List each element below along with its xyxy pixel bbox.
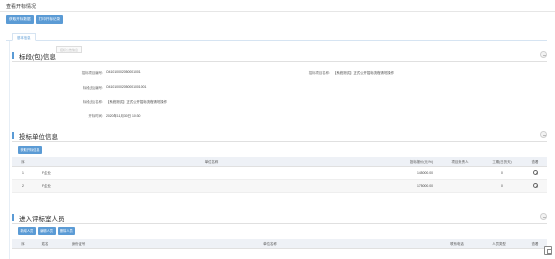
project-manager [439, 179, 481, 193]
add-person-button[interactable]: 新增人员 [18, 227, 36, 235]
table-row: 2 F企业 175000.00 0 [12, 179, 547, 193]
print-open-record-button[interactable]: 打印开标记录 [35, 15, 64, 24]
project-no-value: O41010002050001001 [106, 70, 141, 74]
open-time-label: 开标时间: [88, 114, 103, 118]
bid-name-label: 标段(包)名称: [82, 100, 103, 104]
row-index: 2 [12, 179, 34, 193]
bid-no-label: 标段(包)编号: [82, 86, 103, 90]
column-header: 单位名称 [101, 239, 439, 249]
minus-circle-icon[interactable] [540, 51, 547, 58]
evaluator-toolbar: 新增人员 编辑人员 删除人员 [18, 227, 76, 235]
project-no-label: 招标项目编号: [81, 71, 103, 75]
side-divider [9, 41, 10, 259]
tab-basic-info[interactable]: 基本信息 [12, 33, 36, 41]
tab-strip: 基本信息 [6, 30, 547, 41]
project-manager [439, 166, 481, 180]
table-header-row: 序 单位名称 投标报价(元/%) 项目负责人 工期(日历天) 查看 [12, 157, 547, 167]
construction-period: 0 [481, 179, 523, 193]
column-header: 人员类型 [475, 239, 523, 249]
column-header: 项目负责人 [439, 157, 481, 167]
section-evaluator-header: 进入评标室人员 [12, 212, 547, 224]
section-evaluator-title: 进入评标室人员 [19, 216, 65, 223]
column-header: 序 [12, 157, 34, 167]
section-bid-info-title: 标段(包)信息 [19, 54, 56, 61]
bid-price: 175000.00 [389, 179, 439, 193]
search-icon[interactable] [532, 182, 538, 188]
minus-circle-icon[interactable] [540, 131, 547, 138]
fetch-open-data-button[interactable]: 获取开标数据 [6, 15, 34, 24]
row-index: 1 [12, 166, 34, 180]
window-title-bar: 查看开标情况 [0, 0, 555, 12]
section-bidder-info-header: 投标单位信息 [12, 130, 547, 142]
section-bid-info-header: 标段(包)信息 [12, 50, 547, 62]
section-accent-bar [12, 214, 14, 221]
table-row: 1 F企业 145000.00 0 [12, 166, 547, 180]
fetch-open-info-button[interactable]: 获取开标信息 [18, 146, 43, 154]
column-header: 投标报价(元/%) [389, 157, 439, 167]
bid-price: 145000.00 [389, 166, 439, 180]
open-time-value: 2020年11月30日 10:30 [106, 114, 141, 118]
bidder-toolbar: 获取开标信息 [18, 146, 43, 154]
section-accent-bar [12, 52, 14, 59]
column-header: 姓名 [34, 239, 56, 249]
column-header: 身份证号 [56, 239, 101, 249]
bidder-table: 序 单位名称 投标报价(元/%) 项目负责人 工期(日历天) 查看 1 F企业 … [12, 157, 547, 193]
column-header: 工期(日历天) [481, 157, 523, 167]
search-icon[interactable] [532, 169, 538, 175]
bidder-name: F企业 [34, 179, 389, 193]
top-toolbar: 获取开标数据 打印开标记录 [6, 15, 64, 25]
delete-person-button[interactable]: 删除人员 [57, 227, 76, 235]
project-name-value: 【系统测试】正式公开招标流程请勿操作 [333, 71, 395, 75]
bid-no-value: O41010002050001001001 [106, 85, 147, 89]
column-header: 查看 [523, 157, 547, 167]
evaluator-table: 序 姓名 身份证号 单位名称 联系电话 人员类型 查看 [12, 239, 547, 249]
project-name-label: 招标项目名称: [308, 71, 330, 75]
bid-name-value: 【系统测试】正式公开招标流程请勿操作 [106, 100, 168, 104]
edit-person-button[interactable]: 编辑人员 [37, 227, 56, 235]
column-header: 联系电话 [439, 239, 475, 249]
minus-circle-icon[interactable] [540, 213, 547, 220]
window-title: 查看开标情况 [6, 4, 37, 10]
column-header: 单位名称 [34, 157, 389, 167]
section-accent-bar [12, 132, 14, 139]
bidder-name: F企业 [34, 166, 389, 180]
section-bidder-info-title: 投标单位信息 [19, 134, 58, 141]
column-header: 序 [12, 239, 34, 249]
table-header-row: 序 姓名 身份证号 单位名称 联系电话 人员类型 查看 [12, 239, 547, 249]
construction-period: 0 [481, 166, 523, 180]
copy-icon[interactable] [544, 246, 552, 255]
